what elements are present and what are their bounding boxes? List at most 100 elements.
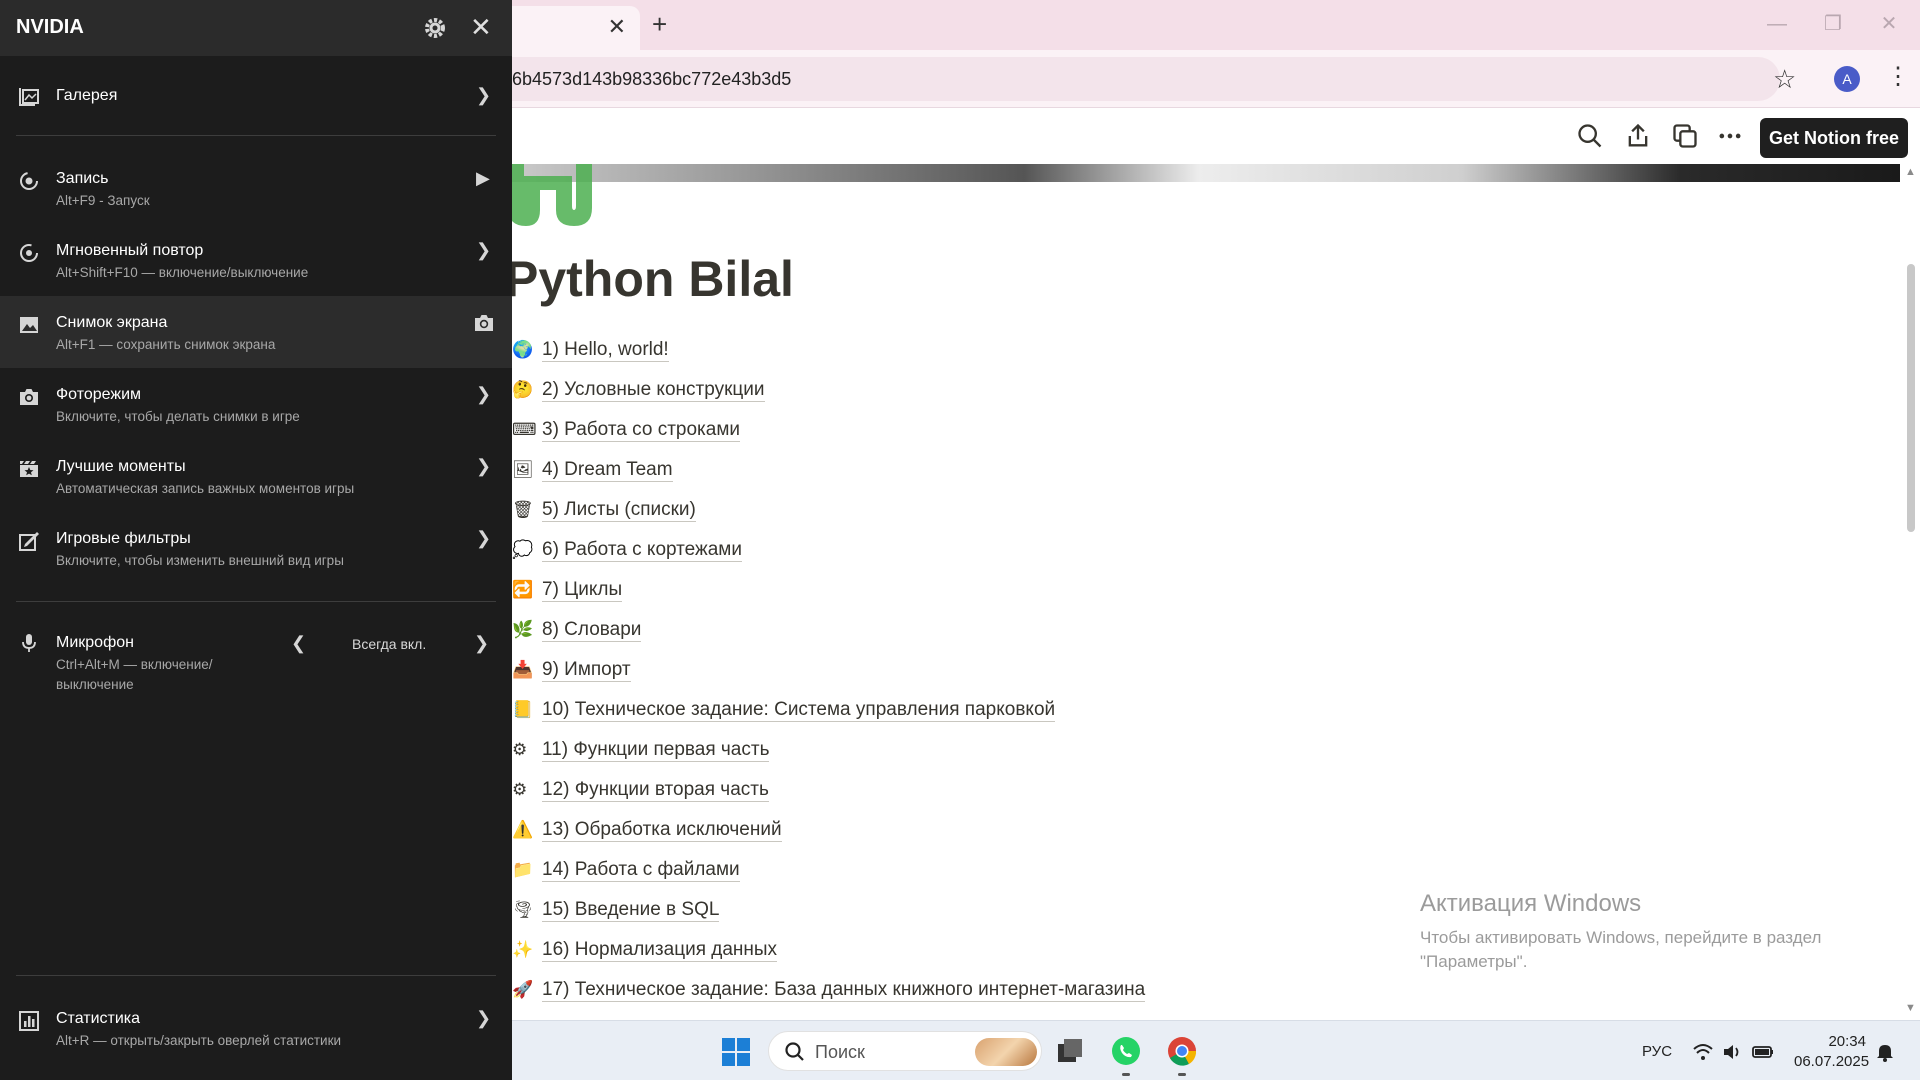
subpage-item[interactable]: 🔁 7) Циклы	[512, 570, 1145, 610]
subpage-link[interactable]: 6) Работа с кортежами	[542, 539, 742, 562]
nvidia-menu-screenshot[interactable]: Снимок экрана Alt+F1 — сохранить снимок …	[0, 296, 512, 368]
subpage-link[interactable]: 16) Нормализация данных	[542, 939, 778, 962]
play-icon[interactable]: ▶	[476, 168, 490, 189]
settings-gear-icon[interactable]	[423, 16, 447, 40]
record-shortcut: Alt+F9 - Запуск	[56, 193, 150, 208]
keyboard-language-indicator[interactable]: РУС	[1642, 1043, 1672, 1060]
filters-icon	[19, 532, 39, 551]
windows-start-icon[interactable]	[721, 1037, 751, 1067]
subpage-link[interactable]: 2) Условные конструкции	[542, 379, 765, 402]
subpage-item[interactable]: 📥 9) Импорт	[512, 650, 1145, 690]
subpage-item[interactable]: ⚙ 11) Функции первая часть	[512, 730, 1145, 770]
chevron-left-icon[interactable]: ❮	[291, 633, 306, 654]
image-icon	[20, 317, 38, 333]
nvidia-divider	[16, 601, 496, 602]
nvidia-menu-photo-mode[interactable]: Фоторежим Включите, чтобы делать снимки …	[0, 368, 512, 440]
page-scrollbar[interactable]: ▲ ▼	[1902, 164, 1920, 1020]
microphone-icon	[22, 634, 36, 652]
subpage-item[interactable]: 🌍 1) Hello, world!	[512, 330, 1145, 370]
volume-icon[interactable]	[1721, 1041, 1743, 1063]
microphone-mode-value[interactable]: Всегда вкл.	[352, 636, 426, 652]
nvidia-menu-statistics[interactable]: Статистика Alt+R — открыть/закрыть оверл…	[0, 994, 512, 1066]
whatsapp-icon[interactable]	[1110, 1035, 1142, 1067]
subpage-item[interactable]: 💭 6) Работа с кортежами	[512, 530, 1145, 570]
browser-menu-icon[interactable]: ⋮	[1886, 62, 1910, 92]
chevron-right-icon[interactable]: ❯	[474, 633, 489, 654]
new-tab-button[interactable]: +	[652, 9, 667, 39]
subpage-link[interactable]: 4) Dream Team	[542, 459, 673, 482]
subpage-item[interactable]: 🌪 15) Введение в SQL	[512, 890, 1145, 930]
subpage-link[interactable]: 17) Техническое задание: База данных кни…	[542, 979, 1146, 1002]
camera-icon[interactable]	[473, 312, 495, 334]
clock-date[interactable]: 06.07.2025	[1794, 1053, 1869, 1070]
subpage-item[interactable]: 🚀 17) Техническое задание: База данных кн…	[512, 970, 1146, 1010]
stats-icon	[19, 1011, 39, 1031]
tab-close-button[interactable]: ✕	[608, 16, 626, 38]
subpage-item[interactable]: ⌨ 3) Работа со строками	[512, 410, 1145, 450]
window-minimize-button[interactable]: —	[1754, 8, 1800, 40]
record-label: Запись	[56, 170, 109, 187]
more-icon[interactable]	[1716, 122, 1744, 150]
subpage-link[interactable]: 9) Импорт	[542, 659, 631, 682]
get-notion-free-button[interactable]: Get Notion free	[1760, 118, 1908, 158]
subpage-item[interactable]: 📒 10) Техническое задание: Система управл…	[512, 690, 1145, 730]
search-icon[interactable]	[1576, 122, 1604, 150]
window-close-button[interactable]: ✕	[1866, 8, 1912, 40]
subpage-link[interactable]: 5) Листы (списки)	[542, 499, 696, 522]
subpage-item[interactable]: 🖼 4) Dream Team	[512, 450, 1145, 490]
subpage-link[interactable]: 12) Функции вторая часть	[542, 779, 769, 802]
scroll-down-arrow-icon[interactable]: ▼	[1905, 1002, 1916, 1014]
nvidia-menu-record[interactable]: Запись Alt+F9 - Запуск ▶	[0, 152, 512, 224]
duplicate-icon[interactable]	[1671, 122, 1699, 150]
wifi-icon[interactable]	[1692, 1041, 1714, 1063]
page-cover-image	[440, 164, 1900, 182]
profile-avatar[interactable]: A	[1834, 66, 1860, 92]
subpage-emoji-icon: 🤔	[512, 380, 534, 399]
subpage-item[interactable]: 🌿 8) Словари	[512, 610, 1145, 650]
share-icon[interactable]	[1624, 122, 1652, 150]
chrome-running-indicator	[1178, 1073, 1186, 1076]
battery-icon[interactable]	[1752, 1041, 1774, 1063]
nvidia-menu-instant-replay[interactable]: Мгновенный повтор Alt+Shift+F10 — включе…	[0, 224, 512, 296]
subpage-emoji-icon: 📁	[512, 860, 534, 879]
subpage-emoji-icon: 📒	[512, 700, 534, 719]
taskbar-search-box[interactable]: Поиск	[768, 1031, 1042, 1071]
subpage-link[interactable]: 14) Работа с файлами	[542, 859, 740, 882]
subpage-item[interactable]: ⚙ 12) Функции вторая часть	[512, 770, 1145, 810]
nvidia-menu-game-filters[interactable]: Игровые фильтры Включите, чтобы изменить…	[0, 512, 512, 584]
subpage-emoji-icon: ⌨	[512, 420, 537, 439]
nvidia-close-button[interactable]: ✕	[470, 14, 492, 40]
subpage-link[interactable]: 7) Циклы	[542, 579, 623, 602]
subpage-link[interactable]: 3) Работа со строками	[542, 419, 741, 442]
statistics-label: Статистика	[56, 1010, 141, 1027]
subpage-emoji-icon: 🌿	[512, 620, 534, 639]
notifications-icon[interactable]	[1874, 1041, 1896, 1063]
subpage-item[interactable]: ✨ 16) Нормализация данных	[512, 930, 1145, 970]
subpage-link[interactable]: 8) Словари	[542, 619, 642, 642]
subpage-link[interactable]: 10) Техническое задание: Система управле…	[542, 699, 1056, 722]
subpage-link[interactable]: 13) Обработка исключений	[542, 819, 782, 842]
task-view-icon[interactable]	[1054, 1035, 1086, 1067]
subpage-item[interactable]: 🤔 2) Условные конструкции	[512, 370, 1145, 410]
url-text[interactable]: 6b4573d143b98336bc772e43b3d5	[512, 69, 791, 90]
bookmark-star-icon[interactable]: ☆	[1773, 64, 1796, 94]
subpage-emoji-icon: 💭	[512, 540, 534, 559]
page-title: Python Bilal	[505, 251, 794, 307]
subpage-item[interactable]: 📁 14) Работа с файлами	[512, 850, 1145, 890]
nvidia-menu-highlights[interactable]: Лучшие моменты Автоматическая запись важ…	[0, 440, 512, 512]
subpage-emoji-icon: 🗑	[512, 500, 534, 519]
scroll-thumb[interactable]	[1907, 264, 1915, 532]
subpage-link[interactable]: 1) Hello, world!	[542, 339, 669, 362]
window-restore-button[interactable]: ❐	[1810, 8, 1856, 40]
highlights-icon	[20, 461, 38, 477]
chrome-icon[interactable]	[1166, 1035, 1198, 1067]
subpage-link[interactable]: 11) Функции первая часть	[542, 739, 770, 762]
subpage-link[interactable]: 15) Введение в SQL	[542, 899, 720, 922]
nvidia-menu-gallery[interactable]: Галерея ❯	[0, 60, 512, 132]
subpage-item[interactable]: ⚠️ 13) Обработка исключений	[512, 810, 1145, 850]
record-icon	[20, 172, 38, 190]
clock-time[interactable]: 20:34	[1794, 1033, 1866, 1050]
scroll-up-arrow-icon[interactable]: ▲	[1905, 166, 1916, 178]
subpage-item[interactable]: 🗑 5) Листы (списки)	[512, 490, 1145, 530]
subpage-emoji-icon: 🌍	[512, 340, 534, 359]
